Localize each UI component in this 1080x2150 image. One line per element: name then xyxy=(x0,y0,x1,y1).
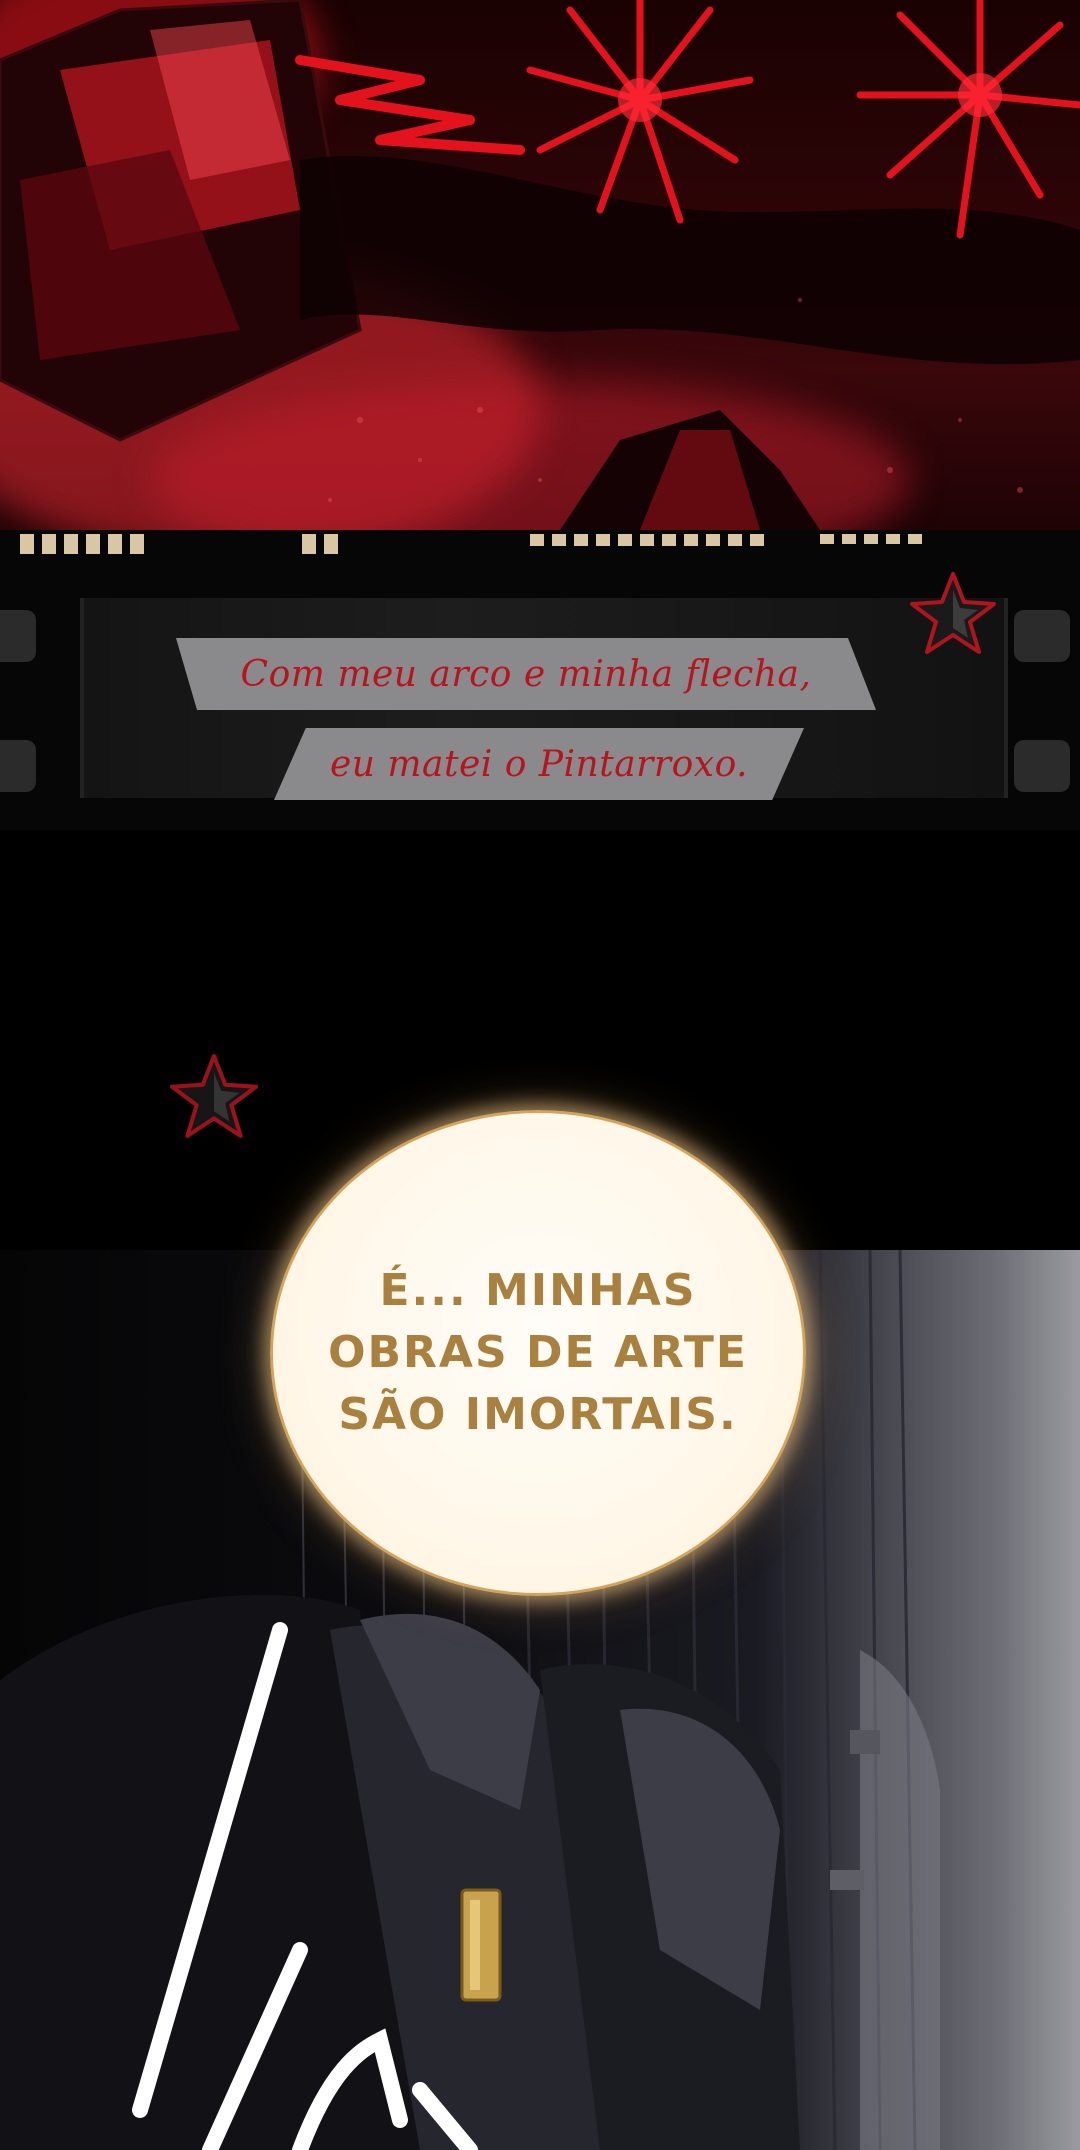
film-perforation xyxy=(64,534,78,554)
star-icon xyxy=(910,572,996,654)
film-perforation xyxy=(640,534,654,546)
explosion-panel xyxy=(0,0,1080,530)
film-perforation xyxy=(684,534,698,546)
film-perforation xyxy=(728,534,742,546)
film-perforation xyxy=(42,534,56,554)
explosion-illustration xyxy=(0,0,1080,530)
caption-line-1: Com meu arco e minha flecha, xyxy=(240,653,812,695)
film-perforation xyxy=(820,534,834,544)
film-perforation xyxy=(842,534,856,544)
film-perforation xyxy=(324,534,338,554)
film-perforation xyxy=(886,534,900,544)
film-perforation xyxy=(596,534,610,546)
film-perforation xyxy=(750,534,764,546)
film-side-hole xyxy=(0,610,36,662)
speech-bubble: É... MINHAS OBRAS DE ARTE SÃO IMORTAIS. xyxy=(270,1110,806,1596)
film-perforation xyxy=(108,534,122,554)
caption-line-2: eu matei o Pintarroxo. xyxy=(329,743,749,785)
speech-line-2: OBRAS DE ARTE xyxy=(328,1327,748,1378)
film-perforation xyxy=(552,534,566,546)
film-side-hole xyxy=(1014,740,1070,792)
star-icon xyxy=(170,1054,258,1138)
film-side-hole xyxy=(0,740,36,792)
film-perforation xyxy=(864,534,878,544)
film-perforation xyxy=(86,534,100,554)
caption-box-2: eu matei o Pintarroxo. xyxy=(274,728,804,800)
speech-line-3: SÃO IMORTAIS. xyxy=(338,1389,738,1440)
film-side-hole xyxy=(1014,610,1070,662)
film-strip-panel: Com meu arco e minha flecha, eu matei o … xyxy=(0,530,1080,830)
speech-line-1: É... MINHAS xyxy=(379,1265,697,1316)
caption-box-1: Com meu arco e minha flecha, xyxy=(176,638,876,710)
film-perforation xyxy=(574,534,588,546)
film-perforation xyxy=(530,534,544,546)
film-perforation xyxy=(618,534,632,546)
film-perforation xyxy=(20,534,34,554)
film-perforation xyxy=(302,534,316,554)
film-perforation xyxy=(908,534,922,544)
film-perforation xyxy=(662,534,676,546)
film-perforation xyxy=(130,534,144,554)
film-perforation xyxy=(706,534,720,546)
